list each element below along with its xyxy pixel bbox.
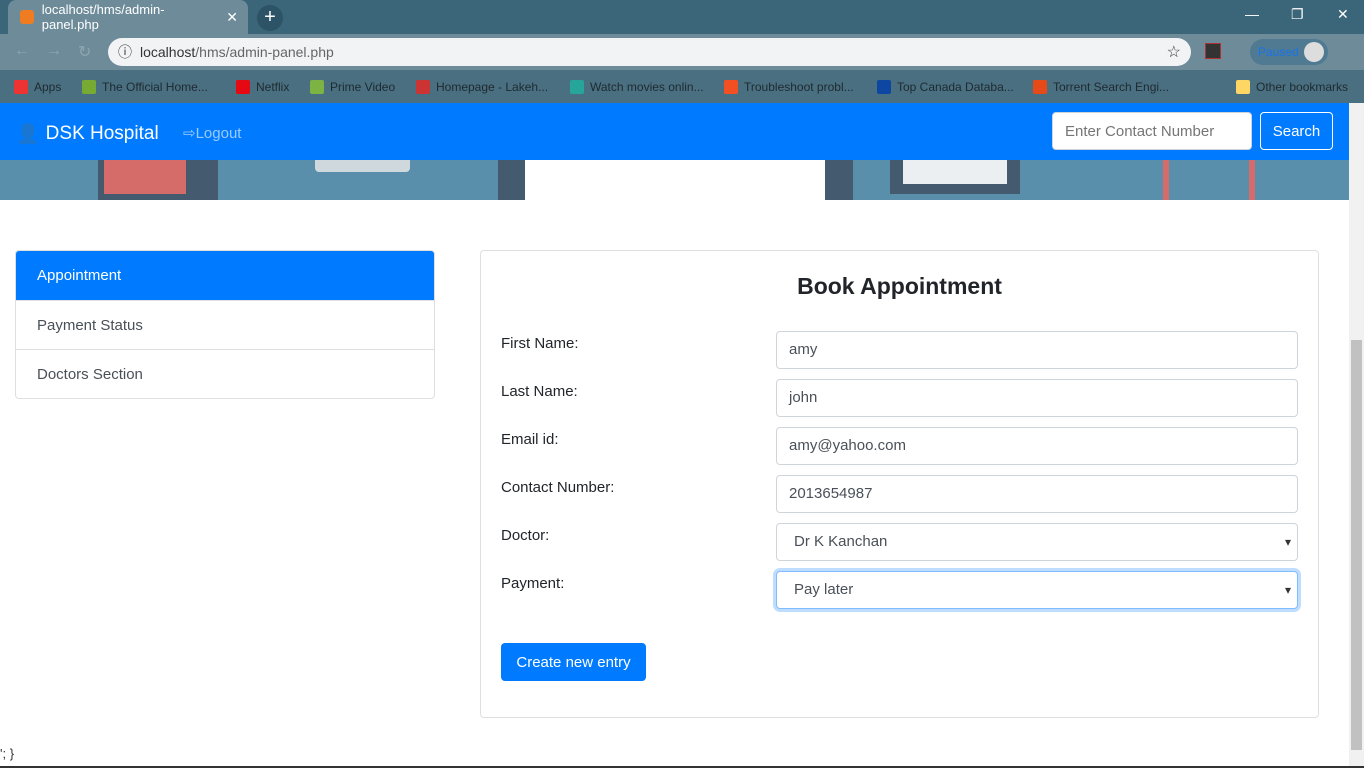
sidebar-item-doctors-section[interactable]: Doctors Section [16, 349, 434, 398]
bookmark-item[interactable]: Watch movies onlin... [570, 79, 704, 94]
user-plus-icon: 👤 [16, 124, 40, 145]
bookmark-favicon-icon [1033, 79, 1047, 94]
bookmark-favicon-icon [236, 79, 250, 94]
sign-out-icon: ⇨ [183, 125, 196, 142]
contact-number-input[interactable]: 2013654987 [776, 475, 1298, 513]
sidebar-item-appointment[interactable]: Appointment [16, 251, 434, 300]
info-icon: ⓘ [118, 44, 132, 60]
bookmark-favicon-icon [877, 79, 891, 94]
profile-button[interactable]: Paused [1250, 39, 1328, 65]
profile-status: Paused [1258, 45, 1299, 59]
bookmark-label: The Official Home... [102, 79, 208, 94]
bookmark-star-icon[interactable]: ☆ [1167, 42, 1181, 62]
doctor-select[interactable]: Dr K Kanchan [776, 523, 1298, 561]
bookmark-label: Prime Video [330, 79, 396, 94]
navbar: 👤DSK Hospital ⇨Logout Search [0, 103, 1349, 160]
url-host: localhost [140, 44, 196, 60]
brand-name: DSK Hospital [45, 123, 159, 144]
bookmark-label: Torrent Search Engi... [1053, 79, 1170, 94]
bookmarks-bar: Other bookmarks Apps The Official Home...… [0, 70, 1364, 103]
tab-title: localhost/hms/admin-panel.php [41, 2, 165, 32]
banner-image [0, 160, 1349, 200]
bookmark-label: Apps [34, 79, 62, 94]
contact-number-label: Contact Number: [501, 479, 615, 496]
bookmark-item[interactable]: Homepage - Lakeh... [416, 79, 549, 94]
browser-chrome: localhost/hms/admin-panel.php ✕ + — ❐ ✕ ←… [0, 0, 1364, 103]
bookmark-item[interactable]: Torrent Search Engi... [1033, 79, 1170, 94]
browser-tab[interactable]: localhost/hms/admin-panel.php ✕ [8, 0, 248, 34]
payment-label: Payment: [501, 575, 565, 592]
stray-code-text: '; } [0, 746, 15, 761]
contact-search-input[interactable] [1052, 112, 1252, 150]
browser-toolbar: ← → ↻ ⓘ localhost/hms/admin-panel.php ☆ [0, 34, 1364, 70]
address-bar[interactable]: ⓘ localhost/hms/admin-panel.php ☆ [108, 38, 1191, 66]
sidebar-menu: Appointment Payment Status Doctors Secti… [15, 250, 435, 399]
bookmark-item[interactable]: Prime Video [310, 79, 396, 94]
bookmark-item[interactable]: The Official Home... [82, 79, 208, 94]
new-tab-button[interactable]: + [257, 5, 283, 31]
bookmark-item[interactable]: Troubleshoot probl... [724, 79, 854, 94]
folder-icon [1236, 79, 1250, 94]
avatar [1304, 42, 1324, 62]
scrollbar-thumb[interactable] [1351, 340, 1362, 750]
logout-link[interactable]: ⇨Logout [183, 124, 241, 142]
email-input[interactable]: amy@yahoo.com [776, 427, 1298, 465]
bookmark-label: Watch movies onlin... [590, 79, 704, 94]
bookmark-favicon-icon [724, 79, 738, 94]
xampp-favicon-icon [20, 10, 34, 24]
bookmark-label: Netflix [256, 79, 290, 94]
last-name-input[interactable]: john [776, 379, 1298, 417]
pdf-extension-icon[interactable] [1205, 43, 1221, 59]
minimize-icon[interactable]: — [1245, 6, 1259, 22]
bookmark-item[interactable]: Top Canada Databa... [877, 79, 1014, 94]
bookmark-favicon-icon [310, 79, 324, 94]
back-icon[interactable]: ← [14, 42, 30, 60]
page-scrollbar[interactable] [1349, 103, 1364, 768]
other-bookmarks[interactable]: Other bookmarks [1236, 79, 1349, 94]
bookmark-item[interactable]: Netflix [236, 79, 290, 94]
form-title: Book Appointment [797, 273, 1002, 299]
brand-link[interactable]: 👤 DSK Hospital [16, 122, 159, 146]
book-appointment-card: Book Appointment First Name: amy Last Na… [480, 250, 1319, 718]
other-bookmarks-label: Other bookmarks [1256, 79, 1349, 94]
close-window-icon[interactable]: ✕ [1337, 6, 1349, 23]
doctor-label: Doctor: [501, 527, 550, 544]
url-path: /hms/admin-panel.php [195, 44, 334, 60]
bookmark-label: Homepage - Lakeh... [436, 79, 549, 94]
logout-label: Logout [195, 125, 242, 142]
bookmark-label: Troubleshoot probl... [744, 79, 854, 94]
bookmark-favicon-icon [416, 79, 430, 94]
bookmark-favicon-icon [82, 79, 96, 94]
close-tab-icon[interactable]: ✕ [226, 9, 238, 26]
bookmark-favicon-icon [14, 79, 28, 94]
bookmark-item[interactable]: Apps [14, 79, 62, 94]
email-label: Email id: [501, 431, 559, 448]
sidebar-item-payment-status[interactable]: Payment Status [16, 300, 434, 349]
reload-icon[interactable]: ↻ [78, 42, 91, 62]
restore-icon[interactable]: ❐ [1291, 6, 1304, 23]
payment-select[interactable]: Pay later [776, 571, 1298, 609]
bookmark-label: Top Canada Databa... [897, 79, 1014, 94]
create-entry-button[interactable]: Create new entry [501, 643, 646, 681]
last-name-label: Last Name: [501, 383, 578, 400]
first-name-label: First Name: [501, 335, 579, 352]
first-name-input[interactable]: amy [776, 331, 1298, 369]
forward-icon[interactable]: → [46, 42, 62, 60]
search-button[interactable]: Search [1260, 112, 1333, 150]
bookmark-favicon-icon [570, 79, 584, 94]
